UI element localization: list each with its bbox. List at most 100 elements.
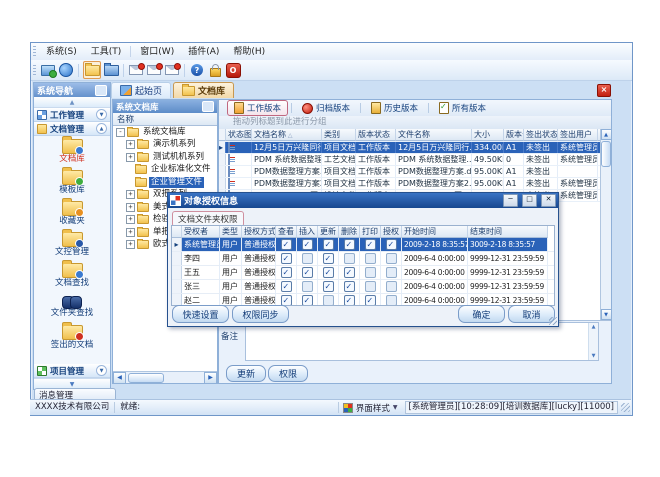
table-row[interactable]: PDM数据整理方案.doc项目文档工作版本PDM数据整理方案.doc95.00K… xyxy=(219,166,611,178)
column-header[interactable]: 类型 xyxy=(220,226,242,238)
perm-checkbox[interactable] xyxy=(344,295,355,306)
column-header[interactable]: 授权 xyxy=(381,226,402,238)
version-tab-历史版本[interactable]: 历史版本 xyxy=(364,100,425,116)
table-row[interactable]: PDM 系统数据整理检...工艺文档工作版本PDM 系统数据整理...49.50… xyxy=(219,154,611,166)
table-vertical-scrollbar[interactable]: ▲ ▼ xyxy=(600,129,611,320)
tree-expander-icon[interactable]: + xyxy=(126,215,135,224)
ui-style-dropdown[interactable]: 界面样式 ▼ xyxy=(338,402,402,413)
tree-expander-icon[interactable]: - xyxy=(116,128,125,137)
dialog-title-bar[interactable]: 对象授权信息 ─ □ ✕ xyxy=(168,193,558,208)
column-header[interactable]: 签出状态 xyxy=(524,129,558,141)
sidebar-item-文控管理[interactable]: 文控管理 xyxy=(34,229,110,260)
tree-node[interactable]: -系统文档库 xyxy=(113,126,217,139)
chevron-up-icon[interactable]: ▲ xyxy=(96,123,107,134)
tree-expander-icon[interactable]: + xyxy=(126,228,135,237)
perm-checkbox[interactable] xyxy=(281,281,292,292)
menu-item[interactable]: 系统(S) xyxy=(39,44,84,60)
tree-expander-icon[interactable]: + xyxy=(126,153,135,162)
remark-scrollbar[interactable]: ▲▼ xyxy=(588,323,598,360)
sidebar-item-签出的文档[interactable]: 签出的文档 xyxy=(34,322,110,353)
scroll-right-arrow[interactable]: ▶ xyxy=(204,372,217,384)
globe-icon[interactable] xyxy=(58,62,74,78)
version-tab-工作版本[interactable]: 工作版本 xyxy=(227,100,288,116)
perm-checkbox[interactable] xyxy=(323,253,334,264)
column-header[interactable]: 更新 xyxy=(318,226,339,238)
column-header[interactable]: 受权者 xyxy=(182,226,220,238)
sidebar-section-work[interactable]: 工作管理 ▼ xyxy=(34,108,110,122)
cancel-button[interactable]: 取消 xyxy=(508,305,555,323)
sidebar-scroll-up-button[interactable]: ▲ xyxy=(34,97,110,108)
column-header[interactable]: 开始时间 xyxy=(402,226,468,238)
sidebar-section-project[interactable]: 项目管理 ▼ xyxy=(34,364,110,378)
perm-checkbox[interactable] xyxy=(365,253,376,264)
perm-checkbox[interactable] xyxy=(386,239,397,250)
perm-checkbox[interactable] xyxy=(344,239,355,250)
scrollbar-thumb[interactable] xyxy=(601,141,611,167)
tree-panel-button[interactable] xyxy=(202,101,214,112)
tab-start-page[interactable]: 起始页 xyxy=(111,82,171,98)
column-header[interactable]: 授权方式 xyxy=(242,226,276,238)
perm-checkbox[interactable] xyxy=(302,239,313,250)
column-header[interactable]: 文件名称 xyxy=(396,129,472,141)
perm-checkbox[interactable] xyxy=(281,267,292,278)
column-header[interactable]: 删除 xyxy=(339,226,360,238)
perm-checkbox[interactable] xyxy=(323,295,334,306)
perm-checkbox[interactable] xyxy=(281,239,292,250)
chevron-down-icon[interactable]: ▼ xyxy=(96,365,107,376)
sidebar-item-文件夹查找[interactable]: 文件夹查找 xyxy=(34,291,110,322)
folder-view-icon[interactable] xyxy=(103,62,119,78)
dialog-row[interactable]: 李四用户普通授权2009-6-4 0:00:009999-12-31 23:59… xyxy=(172,252,554,266)
column-header[interactable]: 文档名称 △ xyxy=(252,129,322,141)
tree-node[interactable]: +演示机系列 xyxy=(113,139,217,152)
permission-button[interactable]: 权限 xyxy=(268,365,308,382)
column-header[interactable]: 查看 xyxy=(276,226,297,238)
remark-textarea[interactable]: ▲▼ xyxy=(245,322,599,361)
column-header[interactable]: 版本状态 xyxy=(356,129,396,141)
mail-open-icon[interactable] xyxy=(146,62,162,78)
perm-checkbox[interactable] xyxy=(323,267,334,278)
tree-horizontal-scrollbar[interactable]: ◀ ▶ xyxy=(113,371,217,383)
perm-checkbox[interactable] xyxy=(386,281,397,292)
perm-checkbox[interactable] xyxy=(344,281,355,292)
table-row[interactable]: ▸12月5日万兴隆同行...项目文档工作版本12月5日万兴隆同行...334.0… xyxy=(219,142,611,154)
scrollbar-thumb[interactable] xyxy=(128,373,164,383)
chevron-down-icon[interactable]: ▼ xyxy=(96,109,107,120)
toolbar-grip[interactable] xyxy=(33,65,36,76)
tree-node[interactable]: 企业标准化文件 xyxy=(113,164,217,177)
mail-send-icon[interactable] xyxy=(164,62,180,78)
menu-item[interactable]: 工具(T) xyxy=(84,44,129,60)
sidebar-section-document[interactable]: 文档管理 ▲ xyxy=(34,122,110,136)
perm-checkbox[interactable] xyxy=(344,267,355,278)
tree-column-header[interactable]: 名称 xyxy=(113,113,217,126)
column-header[interactable]: 签出用户 xyxy=(558,129,598,141)
scroll-up-arrow[interactable]: ▲ xyxy=(601,129,612,140)
perm-checkbox[interactable] xyxy=(281,253,292,264)
perm-checkbox[interactable] xyxy=(365,239,376,250)
column-header[interactable]: 版本号 xyxy=(504,129,524,141)
tree-expander-icon[interactable]: + xyxy=(126,190,135,199)
dialog-row[interactable]: ▸系统管理员用户普通授权2009-2-18 8:35:573009-2-18 8… xyxy=(172,238,554,252)
perm-checkbox[interactable] xyxy=(365,281,376,292)
sidebar-header-icon[interactable] xyxy=(95,85,107,96)
resize-grip[interactable] xyxy=(549,317,557,325)
sidebar-item-收藏夹[interactable]: 收藏夹 xyxy=(34,198,110,229)
ok-button[interactable]: 确定 xyxy=(458,305,505,323)
close-button[interactable]: ✕ xyxy=(541,194,556,207)
help-icon[interactable]: ? xyxy=(189,62,205,78)
mail-new-icon[interactable] xyxy=(128,62,144,78)
perm-checkbox[interactable] xyxy=(323,281,334,292)
menu-grip[interactable] xyxy=(33,46,36,57)
perm-checkbox[interactable] xyxy=(302,267,313,278)
tree-expander-icon[interactable]: + xyxy=(126,240,135,249)
quick-setup-button[interactable]: 快速设置 xyxy=(172,305,229,323)
power-icon[interactable]: O xyxy=(225,62,241,78)
column-header[interactable]: 结束时间 xyxy=(468,226,548,238)
perm-checkbox[interactable] xyxy=(386,253,397,264)
perm-checkbox[interactable] xyxy=(344,253,355,264)
perm-checkbox[interactable] xyxy=(302,253,313,264)
perm-checkbox[interactable] xyxy=(365,267,376,278)
menu-item[interactable]: 插件(A) xyxy=(181,44,226,60)
table-row[interactable]: PDM数据整理方案2.doc项目文档工作版本PDM数据整理方案2.doc95.0… xyxy=(219,178,611,190)
perm-checkbox[interactable] xyxy=(323,239,334,250)
update-button[interactable]: 更新 xyxy=(226,365,266,382)
